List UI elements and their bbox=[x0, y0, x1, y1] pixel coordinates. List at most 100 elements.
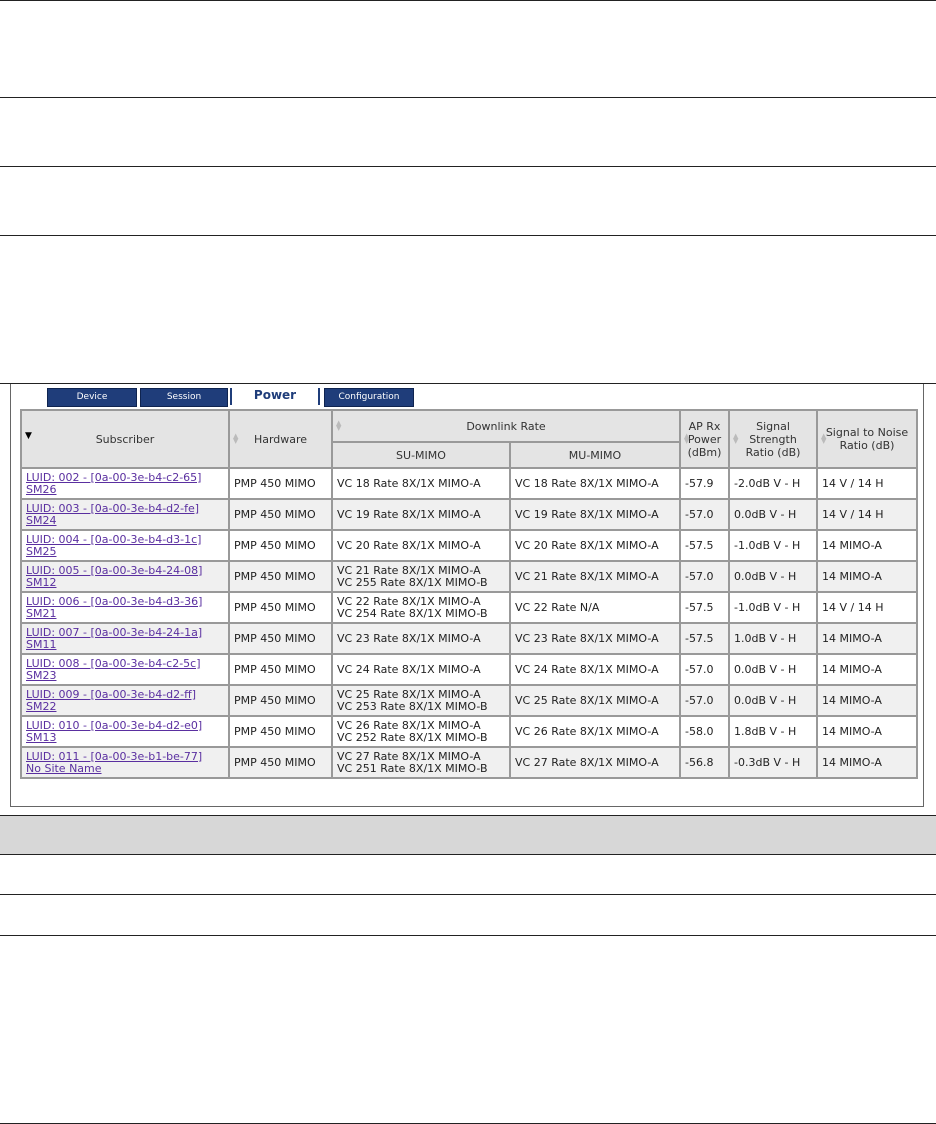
subscriber-luid-link[interactable]: LUID: 007 - [0a-00-3e-b4-24-1a] bbox=[26, 626, 224, 639]
sort-icon: ▲ ▼ bbox=[821, 432, 827, 445]
header-downlink-rate[interactable]: ▲ ▼ Downlink Rate bbox=[331, 409, 681, 443]
subscriber-cell: LUID: 008 - [0a-00-3e-b4-c2-5c] SM23 bbox=[20, 653, 230, 686]
snr-cell: 14 MIMO-A bbox=[816, 715, 918, 748]
mu-mimo-cell: VC 19 Rate 8X/1X MIMO-A bbox=[509, 498, 681, 531]
snr-cell: 14 MIMO-A bbox=[816, 684, 918, 717]
ap-rx-power-cell: -57.9 bbox=[679, 467, 730, 500]
signal-strength-cell: -1.0dB V - H bbox=[728, 529, 818, 562]
mu-mimo-cell: VC 24 Rate 8X/1X MIMO-A bbox=[509, 653, 681, 686]
subscriber-site-link[interactable]: SM25 bbox=[26, 545, 224, 558]
su-mimo-cell: VC 21 Rate 8X/1X MIMO-A VC 255 Rate 8X/1X… bbox=[331, 560, 511, 593]
subscriber-luid-link[interactable]: LUID: 010 - [0a-00-3e-b4-d2-e0] bbox=[26, 719, 224, 732]
subscriber-cell: LUID: 002 - [0a-00-3e-b4-c2-65] SM26 bbox=[20, 467, 230, 500]
subscriber-site-link[interactable]: SM11 bbox=[26, 638, 224, 651]
su-mimo-line: VC 23 Rate 8X/1X MIMO-A bbox=[337, 631, 481, 645]
divider bbox=[0, 935, 936, 936]
table-row: LUID: 003 - [0a-00-3e-b4-d2-fe] SM24 PMP 4… bbox=[20, 498, 918, 531]
sort-icon: ▲ ▼ bbox=[733, 432, 739, 445]
subscriber-cell: LUID: 006 - [0a-00-3e-b4-d3-36] SM21 bbox=[20, 591, 230, 624]
subscriber-cell: LUID: 007 - [0a-00-3e-b4-24-1a] SM11 bbox=[20, 622, 230, 655]
mu-mimo-cell: VC 22 Rate N/A bbox=[509, 591, 681, 624]
subscriber-cell: LUID: 005 - [0a-00-3e-b4-24-08] SM12 bbox=[20, 560, 230, 593]
hardware-cell: PMP 450 MIMO bbox=[228, 467, 333, 500]
ap-rx-power-cell: -57.0 bbox=[679, 560, 730, 593]
header-mu-mimo: MU-MIMO bbox=[509, 441, 681, 469]
snr-cell: 14 MIMO-A bbox=[816, 653, 918, 686]
su-mimo-cell: VC 24 Rate 8X/1X MIMO-A bbox=[331, 653, 511, 686]
sort-icon: ▲ ▼ bbox=[233, 432, 239, 445]
su-mimo-cell: VC 18 Rate 8X/1X MIMO-A bbox=[331, 467, 511, 500]
sort-icon: ▲ ▼ bbox=[336, 419, 342, 432]
subscriber-luid-link[interactable]: LUID: 008 - [0a-00-3e-b4-c2-5c] bbox=[26, 657, 224, 670]
tab-power[interactable]: Power bbox=[230, 388, 320, 405]
table-row: LUID: 005 - [0a-00-3e-b4-24-08] SM12 PMP 4… bbox=[20, 560, 918, 593]
subscriber-cell: LUID: 010 - [0a-00-3e-b4-d2-e0] SM13 bbox=[20, 715, 230, 748]
subscriber-luid-link[interactable]: LUID: 006 - [0a-00-3e-b4-d3-36] bbox=[26, 595, 224, 608]
su-mimo-cell: VC 20 Rate 8X/1X MIMO-A bbox=[331, 529, 511, 562]
su-mimo-cell: VC 22 Rate 8X/1X MIMO-A VC 254 Rate 8X/1X… bbox=[331, 591, 511, 624]
ap-rx-power-cell: -57.0 bbox=[679, 684, 730, 717]
header-hardware[interactable]: ▲ ▼ Hardware bbox=[228, 409, 333, 469]
header-ap-rx-power[interactable]: ▲ ▼ AP Rx Power (dBm) bbox=[679, 409, 730, 469]
subscriber-luid-link[interactable]: LUID: 004 - [0a-00-3e-b4-d3-1c] bbox=[26, 533, 224, 546]
su-mimo-cell: VC 19 Rate 8X/1X MIMO-A bbox=[331, 498, 511, 531]
sort-icon: ▲ ▼ bbox=[684, 432, 690, 445]
header-subscriber[interactable]: ▼ Subscriber bbox=[20, 409, 230, 469]
table-row: LUID: 007 - [0a-00-3e-b4-24-1a] SM11 PMP 4… bbox=[20, 622, 918, 655]
table-row: LUID: 009 - [0a-00-3e-b4-d2-ff] SM22 PMP 4… bbox=[20, 684, 918, 717]
su-mimo-line: VC 251 Rate 8X/1X MIMO-B bbox=[337, 761, 488, 775]
subscriber-luid-link[interactable]: LUID: 003 - [0a-00-3e-b4-d2-fe] bbox=[26, 502, 224, 515]
hardware-cell: PMP 450 MIMO bbox=[228, 529, 333, 562]
su-mimo-cell: VC 27 Rate 8X/1X MIMO-A VC 251 Rate 8X/1X… bbox=[331, 746, 511, 779]
subscriber-site-link[interactable]: SM21 bbox=[26, 607, 224, 620]
su-mimo-line: VC 22 Rate 8X/1X MIMO-A bbox=[337, 594, 481, 608]
mu-mimo-cell: VC 23 Rate 8X/1X MIMO-A bbox=[509, 622, 681, 655]
mu-mimo-cell: VC 20 Rate 8X/1X MIMO-A bbox=[509, 529, 681, 562]
divider bbox=[0, 166, 936, 167]
tab-device[interactable]: Device bbox=[47, 388, 137, 407]
ap-rx-power-cell: -57.0 bbox=[679, 653, 730, 686]
header-signal-strength-ratio[interactable]: ▲ ▼ Signal Strength Ratio (dB) bbox=[728, 409, 818, 469]
tab-session[interactable]: Session bbox=[140, 388, 228, 407]
mu-mimo-cell: VC 21 Rate 8X/1X MIMO-A bbox=[509, 560, 681, 593]
table-row: LUID: 002 - [0a-00-3e-b4-c2-65] SM26 PMP 4… bbox=[20, 467, 918, 500]
ap-rx-power-cell: -57.5 bbox=[679, 591, 730, 624]
subscriber-site-link[interactable]: SM12 bbox=[26, 576, 224, 589]
subscriber-luid-link[interactable]: LUID: 011 - [0a-00-3e-b1-be-77] bbox=[26, 750, 224, 763]
hardware-cell: PMP 450 MIMO bbox=[228, 498, 333, 531]
subscriber-power-table: ▼ Subscriber ▲ ▼ Hardware ▲ ▼ Downlink Rat… bbox=[20, 409, 918, 779]
table-row: LUID: 011 - [0a-00-3e-b1-be-77] No Site N… bbox=[20, 746, 918, 779]
su-mimo-line: VC 20 Rate 8X/1X MIMO-A bbox=[337, 538, 481, 552]
subscriber-site-link[interactable]: SM22 bbox=[26, 700, 224, 713]
subscriber-site-link[interactable]: No Site Name bbox=[26, 762, 224, 775]
table-row: LUID: 008 - [0a-00-3e-b4-c2-5c] SM23 PMP 4… bbox=[20, 653, 918, 686]
header-snr[interactable]: ▲ ▼ Signal to Noise Ratio (dB) bbox=[816, 409, 918, 469]
subscriber-luid-link[interactable]: LUID: 009 - [0a-00-3e-b4-d2-ff] bbox=[26, 688, 224, 701]
su-mimo-line: VC 25 Rate 8X/1X MIMO-A bbox=[337, 687, 481, 701]
tab-configuration[interactable]: Configuration bbox=[324, 388, 414, 407]
su-mimo-line: VC 254 Rate 8X/1X MIMO-B bbox=[337, 606, 488, 620]
su-mimo-line: VC 252 Rate 8X/1X MIMO-B bbox=[337, 730, 488, 744]
mu-mimo-cell: VC 26 Rate 8X/1X MIMO-A bbox=[509, 715, 681, 748]
snr-cell: 14 MIMO-A bbox=[816, 529, 918, 562]
ap-rx-power-cell: -57.0 bbox=[679, 498, 730, 531]
subscriber-site-link[interactable]: SM13 bbox=[26, 731, 224, 744]
subscriber-luid-link[interactable]: LUID: 005 - [0a-00-3e-b4-24-08] bbox=[26, 564, 224, 577]
subscriber-luid-link[interactable]: LUID: 002 - [0a-00-3e-b4-c2-65] bbox=[26, 471, 224, 484]
ap-rx-power-cell: -58.0 bbox=[679, 715, 730, 748]
divider bbox=[0, 97, 936, 98]
snr-cell: 14 MIMO-A bbox=[816, 560, 918, 593]
su-mimo-line: VC 19 Rate 8X/1X MIMO-A bbox=[337, 507, 481, 521]
su-mimo-line: VC 253 Rate 8X/1X MIMO-B bbox=[337, 699, 488, 713]
table-row: LUID: 004 - [0a-00-3e-b4-d3-1c] SM25 PMP 4… bbox=[20, 529, 918, 562]
snr-cell: 14 V / 14 H bbox=[816, 591, 918, 624]
header-su-mimo: SU-MIMO bbox=[331, 441, 511, 469]
divider bbox=[0, 0, 936, 1]
sort-desc-icon: ▼ bbox=[25, 431, 32, 441]
subscriber-site-link[interactable]: SM26 bbox=[26, 483, 224, 496]
signal-strength-cell: 0.0dB V - H bbox=[728, 498, 818, 531]
signal-strength-cell: 1.8dB V - H bbox=[728, 715, 818, 748]
subscriber-site-link[interactable]: SM24 bbox=[26, 514, 224, 527]
signal-strength-cell: -1.0dB V - H bbox=[728, 591, 818, 624]
subscriber-site-link[interactable]: SM23 bbox=[26, 669, 224, 682]
